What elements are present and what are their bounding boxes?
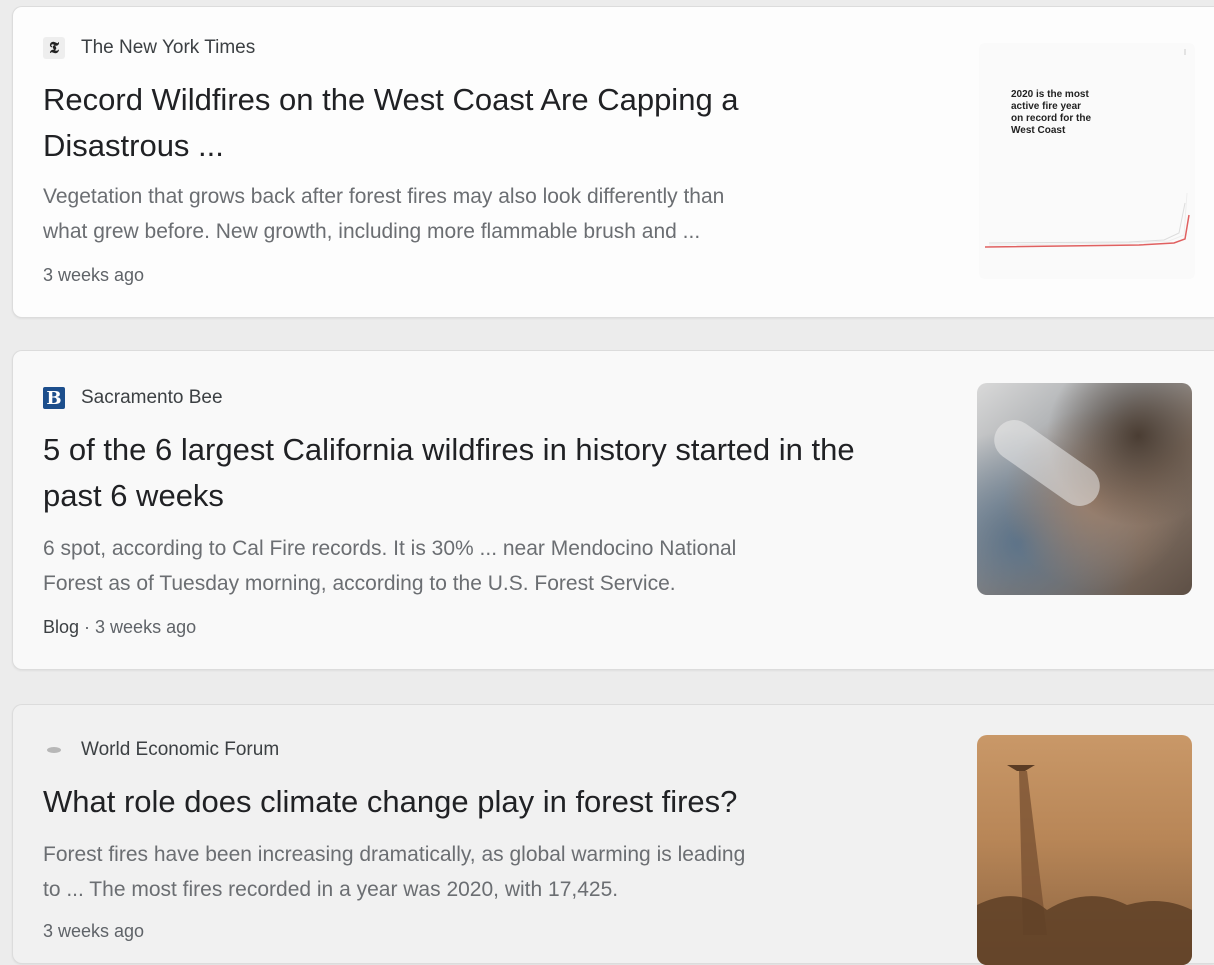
wef-logo-shape	[47, 747, 61, 753]
result-timestamp: 3 weeks ago	[43, 921, 145, 941]
source-name: The New York Times	[81, 37, 256, 58]
result-snippet: Vegetation that grows back after forest …	[43, 185, 725, 243]
result-snippet: 6 spot, according to Cal Fire records. I…	[43, 537, 737, 595]
result-title-link[interactable]: 5 of the 6 largest California wildfires …	[43, 427, 943, 519]
thumbnail-chart	[984, 49, 1190, 248]
result-source[interactable]: World Economic Forum	[43, 739, 279, 761]
source-name: World Economic Forum	[81, 739, 280, 760]
thumbnail-firefighting-aircraft	[977, 765, 1192, 965]
result-snippet: Forest fires have been increasing dramat…	[43, 843, 746, 901]
result-source[interactable]: 𝕿 The New York Times	[43, 37, 255, 59]
source-name: Sacramento Bee	[81, 387, 223, 408]
wef-logo-icon	[43, 739, 65, 761]
news-result-card[interactable]: World Economic Forum What role does clim…	[12, 704, 1214, 965]
result-timestamp: 3 weeks ago	[95, 617, 197, 637]
result-thumbnail[interactable]	[977, 383, 1192, 595]
result-thumbnail[interactable]: 2020 is the most active fire year on rec…	[979, 43, 1195, 279]
nyt-logo-icon: 𝕿	[43, 37, 65, 59]
result-title-link[interactable]: Record Wildfires on the West Coast Are C…	[43, 77, 943, 169]
thumbnail-smoke-plume	[986, 412, 1108, 514]
result-type-tag: Blog	[43, 617, 80, 637]
news-result-card[interactable]: 𝕿 The New York Times Record Wildfires on…	[12, 6, 1214, 318]
result-source[interactable]: B Sacramento Bee	[43, 387, 223, 409]
sacbee-logo-icon: B	[43, 387, 65, 409]
result-meta: Blog · 3 weeks ago	[43, 617, 196, 638]
result-timestamp: 3 weeks ago	[43, 265, 145, 285]
news-result-card[interactable]: B Sacramento Bee 5 of the 6 largest Cali…	[12, 350, 1214, 670]
meta-separator: ·	[79, 617, 96, 637]
result-thumbnail[interactable]	[977, 735, 1192, 965]
result-title-link[interactable]: What role does climate change play in fo…	[43, 779, 943, 825]
